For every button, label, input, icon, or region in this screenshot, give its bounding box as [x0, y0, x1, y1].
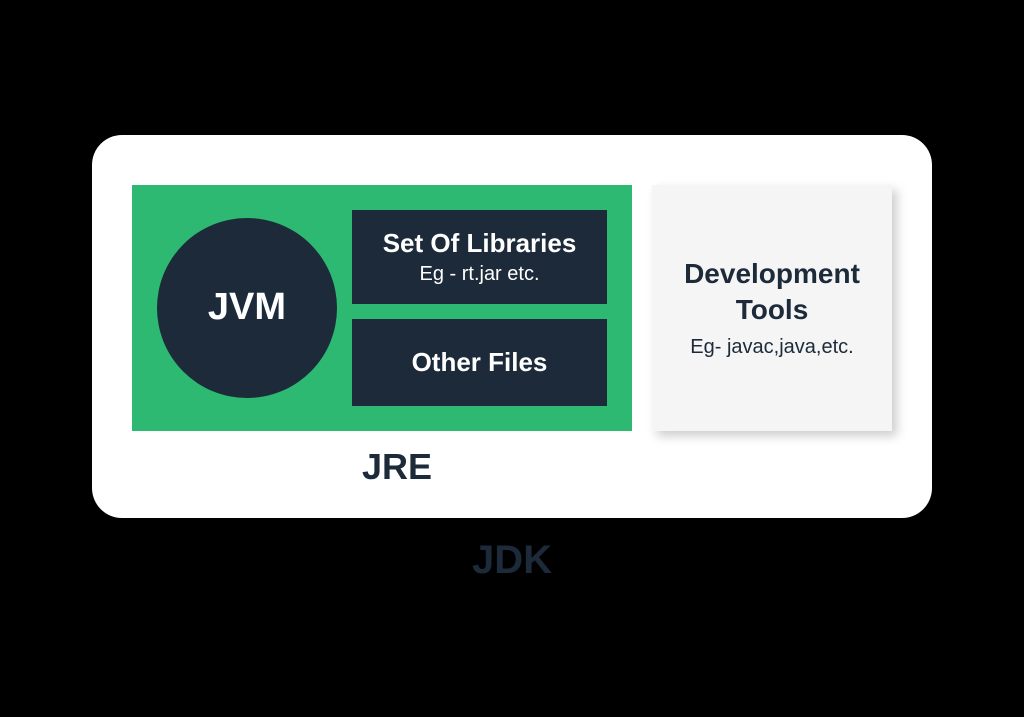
main-row: JVM Set Of Libraries Eg - rt.jar etc. Ot… — [132, 185, 892, 431]
jre-label: JRE — [362, 446, 892, 488]
jvm-label: JVM — [208, 286, 286, 329]
libraries-box: Set Of Libraries Eg - rt.jar etc. — [352, 210, 607, 304]
jdk-container: JVM Set Of Libraries Eg - rt.jar etc. Ot… — [92, 135, 932, 518]
jre-box: JVM Set Of Libraries Eg - rt.jar etc. Ot… — [132, 185, 632, 431]
dev-tools-subtitle: Eg- javac,java,etc. — [690, 336, 853, 359]
libraries-subtitle: Eg - rt.jar etc. — [372, 263, 587, 286]
dev-tools-box: Development Tools Eg- javac,java,etc. — [652, 185, 892, 431]
jdk-label: JDK — [472, 538, 552, 583]
jvm-circle: JVM — [157, 218, 337, 398]
other-files-label: Other Files — [372, 347, 587, 378]
libraries-title: Set Of Libraries — [372, 228, 587, 259]
dev-tools-title: Development Tools — [662, 256, 882, 329]
jre-right-stack: Set Of Libraries Eg - rt.jar etc. Other … — [352, 210, 607, 406]
other-files-box: Other Files — [352, 319, 607, 406]
